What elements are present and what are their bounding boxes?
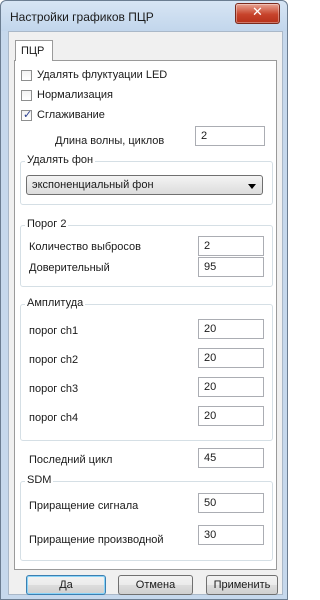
input-value: 20 [204,381,217,393]
window-title: Настройки графиков ПЦР [10,10,154,24]
confidence-input[interactable]: 95 [198,257,264,277]
checkbox-box[interactable] [21,70,32,81]
background-select[interactable]: экспоненциальный фон [26,175,263,195]
apply-button[interactable]: Применить [206,575,278,595]
button-label: Да [59,579,73,591]
amplitude-group-title: Амплитуда [25,297,86,309]
checkbox-label: Удалять флуктуации LED [37,69,168,81]
threshold2-group [20,225,273,287]
threshold-ch2-label: порог ch2 [29,354,79,366]
input-value: 2 [204,240,211,252]
wavelength-input[interactable]: 2 [195,126,265,146]
last-cycle-input[interactable]: 45 [198,448,264,468]
input-value: 2 [201,130,208,142]
close-icon: ✕ [252,5,263,20]
input-value: 30 [204,529,217,541]
threshold-ch3-input[interactable]: 20 [198,377,264,397]
input-value: 20 [204,352,217,364]
sdm-group-title: SDM [25,474,54,486]
tab-panel: Удалять флуктуации LED Нормализация ✓ Сг… [14,60,277,570]
cancel-button[interactable]: Отмена [118,575,193,595]
input-value: 20 [204,410,217,422]
threshold-ch4-label: порог ch4 [29,412,79,424]
checkmark-icon: ✓ [23,109,33,121]
input-value: 95 [204,261,217,273]
threshold-ch1-input[interactable]: 20 [198,319,264,339]
threshold-ch1-label: порог ch1 [29,325,79,337]
tab-pcr[interactable]: ПЦР [15,40,53,61]
checkbox-box[interactable]: ✓ [21,109,33,121]
threshold2-group-title: Порог 2 [25,218,69,230]
threshold-ch2-input[interactable]: 20 [198,348,264,368]
background-group-title: Удалять фон [25,154,96,166]
button-label: Применить [213,579,271,591]
dialog-client: ПЦР Удалять флуктуации LED Нормализация … [8,31,283,595]
signal-increment-label: Приращение сигнала [29,500,139,512]
checkbox-label: Сглаживание [37,109,105,121]
input-value: 20 [204,323,217,335]
select-value: экспоненциальный фон [32,179,154,191]
button-label: Отмена [135,579,176,591]
input-value: 50 [204,497,217,509]
outliers-input[interactable]: 2 [198,236,264,256]
confidence-label: Доверительный [29,262,110,274]
wavelength-label: Длина волны, циклов [55,135,165,147]
threshold-ch3-label: порог ch3 [29,383,79,395]
outliers-label: Количество выбросов [29,241,141,253]
close-button[interactable]: ✕ [235,3,280,24]
title-bar[interactable]: Настройки графиков ПЦР ✕ [1,1,287,31]
ok-button[interactable]: Да [26,575,106,595]
checkbox-box[interactable] [21,90,32,101]
tab-label: ПЦР [21,45,45,57]
dialog-window: Настройки графиков ПЦР ✕ ПЦР Удалять флу… [0,0,288,600]
led-fluctuation-checkbox[interactable]: Удалять флуктуации LED [21,69,211,83]
derivative-increment-label: Приращение производной [29,534,164,546]
smoothing-checkbox[interactable]: ✓ Сглаживание [21,109,211,123]
checkbox-label: Нормализация [37,89,113,101]
last-cycle-label: Последний цикл [29,454,113,466]
normalization-checkbox[interactable]: Нормализация [21,89,211,103]
threshold-ch4-input[interactable]: 20 [198,406,264,426]
signal-increment-input[interactable]: 50 [198,493,264,513]
derivative-increment-input[interactable]: 30 [198,525,264,545]
chevron-down-icon [248,184,256,189]
input-value: 45 [204,452,217,464]
